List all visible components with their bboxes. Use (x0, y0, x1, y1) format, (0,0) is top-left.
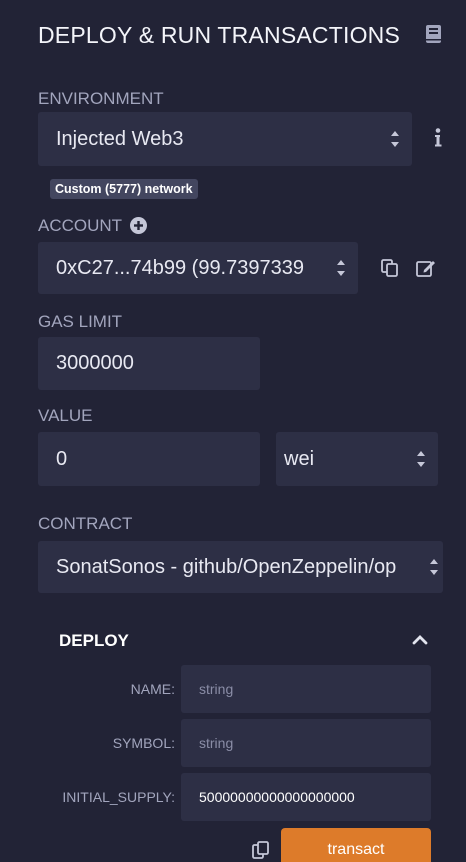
param-label-name: NAME: (130, 681, 175, 697)
copy-icon[interactable] (381, 259, 398, 277)
select-arrows-icon (417, 451, 425, 467)
select-arrows-icon (391, 131, 399, 147)
contract-value: SonatSonos - github/OpenZeppelin/op (56, 555, 397, 578)
contract-select[interactable]: SonatSonos - github/OpenZeppelin/op (38, 541, 443, 593)
gas-limit-value: 3000000 (56, 352, 134, 374)
gas-limit-input[interactable]: 3000000 (38, 337, 260, 390)
select-arrows-icon (430, 559, 438, 575)
initial-supply-param-input[interactable]: 50000000000000000000 (181, 773, 431, 821)
account-value: 0xC27...74b99 (99.7397339 (56, 256, 304, 279)
value-input[interactable]: 0 (38, 432, 260, 486)
name-param-input[interactable]: string (181, 665, 431, 713)
info-icon[interactable] (434, 128, 442, 148)
network-badge: Custom (5777) network (50, 179, 198, 199)
select-arrows-icon (337, 260, 345, 276)
deploy-run-panel: DEPLOY & RUN TRANSACTIONS ENVIRONMENT In… (0, 0, 466, 862)
transact-button[interactable]: transact (281, 828, 431, 862)
gas-limit-label: GAS LIMIT (38, 312, 123, 331)
param-label-initial-supply: INITIAL_SUPPLY: (62, 789, 175, 805)
initial-supply-value: 50000000000000000000 (199, 789, 355, 805)
edit-icon[interactable] (416, 259, 436, 277)
name-param-placeholder: string (199, 681, 234, 697)
value-label: VALUE (38, 406, 93, 425)
plus-circle-icon[interactable] (130, 217, 147, 234)
symbol-param-placeholder: string (199, 735, 234, 751)
environment-select[interactable]: Injected Web3 (38, 112, 412, 166)
panel-title: DEPLOY & RUN TRANSACTIONS (38, 22, 401, 48)
deploy-title: DEPLOY (59, 631, 129, 650)
symbol-param-input[interactable]: string (181, 719, 431, 767)
environment-label: ENVIRONMENT (38, 89, 164, 108)
account-label: ACCOUNT (38, 216, 123, 235)
param-label-symbol: SYMBOL: (112, 735, 175, 751)
book-icon[interactable] (425, 24, 442, 44)
value-unit-select[interactable]: wei (276, 432, 438, 486)
account-select[interactable]: 0xC27...74b99 (99.7397339 (38, 242, 358, 294)
environment-value: Injected Web3 (56, 127, 184, 150)
value-amount: 0 (56, 447, 68, 470)
value-unit: wei (284, 447, 315, 470)
contract-label: CONTRACT (38, 514, 133, 533)
copy-calldata-icon[interactable] (252, 841, 269, 859)
chevron-up-icon[interactable] (412, 634, 428, 645)
